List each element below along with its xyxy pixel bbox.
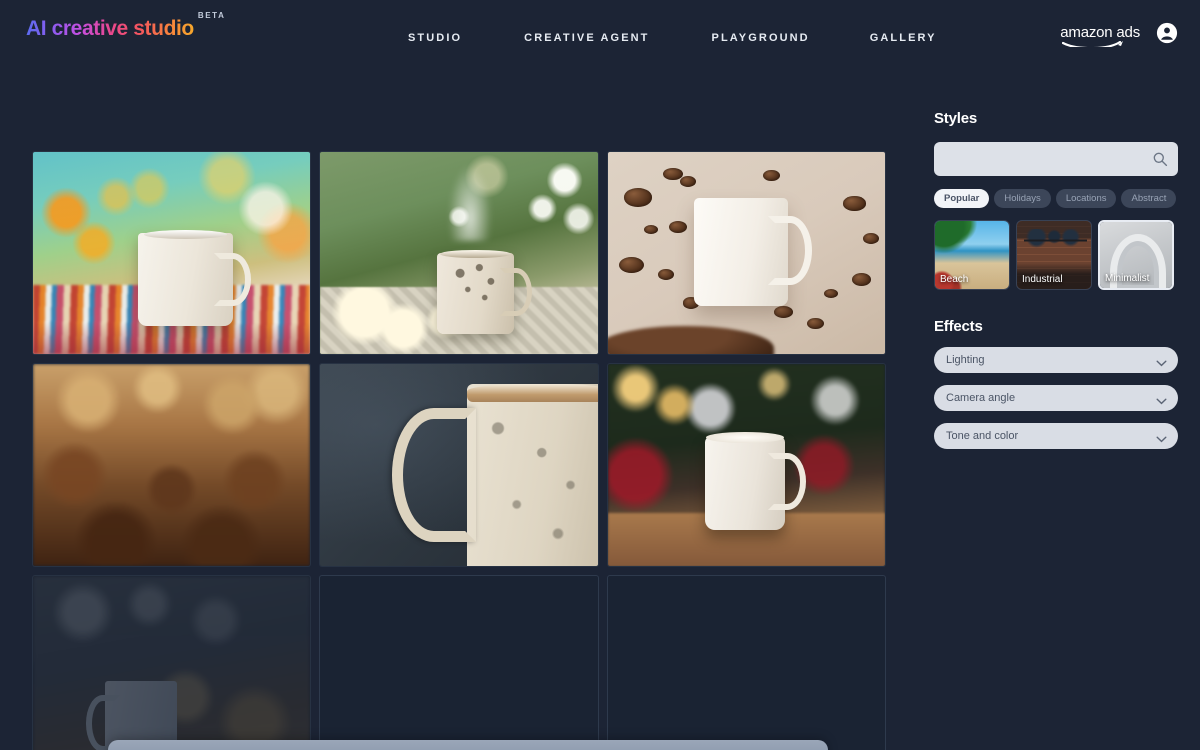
generated-image (607, 152, 885, 354)
chevron-down-icon (1156, 393, 1167, 411)
chevron-down-icon (1156, 431, 1167, 449)
chip-abstract[interactable]: Abstract (1121, 189, 1177, 208)
styles-search-input[interactable] (934, 142, 1178, 176)
chevron-down-icon (1156, 355, 1167, 373)
style-card-label: Beach (940, 274, 969, 285)
gallery-tile-empty[interactable] (319, 575, 599, 750)
gallery-tile[interactable] (32, 363, 312, 567)
style-card-label: Industrial (1022, 274, 1063, 285)
gallery-tile-empty[interactable] (606, 575, 886, 750)
style-filter-chips: Popular Holidays Locations Abstract (934, 189, 1178, 208)
styles-section-title: Styles (934, 110, 977, 127)
account-circle-icon[interactable] (1156, 22, 1178, 49)
style-card-industrial[interactable]: Industrial (1016, 220, 1092, 290)
gallery-tile[interactable] (32, 151, 312, 355)
style-card-beach[interactable]: Beach (934, 220, 1010, 290)
generated-image (33, 576, 311, 750)
gallery-tile[interactable] (606, 151, 886, 355)
nav-item-playground[interactable]: PLAYGROUND (712, 29, 810, 47)
prompt-input-bar[interactable] (108, 740, 828, 750)
brand-name: AI creative studio (26, 17, 194, 40)
nav-item-studio[interactable]: STUDIO (408, 29, 462, 47)
effect-select-camera-angle[interactable]: Camera angle (934, 385, 1178, 411)
effect-select-label: Tone and color (946, 430, 1019, 442)
controls-sidebar: Styles Popular Holidays Locations Abstra… (934, 110, 1178, 449)
nav-item-creative-agent[interactable]: CREATIVE AGENT (524, 29, 649, 47)
effect-select-lighting[interactable]: Lighting (934, 347, 1178, 373)
amazon-smile-icon (1062, 38, 1124, 47)
generated-image (33, 152, 311, 354)
effect-select-tone-and-color[interactable]: Tone and color (934, 423, 1178, 449)
effect-select-label: Lighting (946, 354, 985, 366)
generated-image (33, 364, 311, 566)
gallery-tile[interactable] (319, 363, 599, 567)
chip-popular[interactable]: Popular (934, 189, 990, 208)
gallery-tile[interactable] (319, 151, 599, 355)
style-card-minimalist[interactable]: Minimalist (1098, 220, 1174, 290)
app-logo[interactable]: AI creative studio BETA (26, 11, 225, 40)
styles-search (934, 142, 1178, 176)
ai-creative-studio-app: AI creative studio BETA STUDIO CREATIVE … (0, 0, 1200, 750)
top-navigation-bar: AI creative studio BETA STUDIO CREATIVE … (0, 0, 1200, 68)
gallery-tile-loading[interactable] (32, 575, 312, 750)
gallery-tile[interactable] (606, 363, 886, 567)
nav-item-gallery[interactable]: GALLERY (870, 29, 937, 47)
beta-badge: BETA (197, 11, 226, 20)
generated-image (607, 364, 885, 566)
chip-locations[interactable]: Locations (1055, 189, 1117, 208)
main-nav: STUDIO CREATIVE AGENT PLAYGROUND GALLERY (408, 29, 937, 47)
generated-image-grid (32, 151, 886, 750)
amazon-ads-logo: amazon ads (1060, 25, 1140, 47)
header-right-cluster: amazon ads (1060, 22, 1178, 49)
style-card-label: Minimalist (1105, 273, 1150, 284)
effects-section-title: Effects (934, 318, 983, 335)
generated-image (320, 152, 598, 354)
chip-holidays[interactable]: Holidays (994, 189, 1051, 208)
effect-select-label: Camera angle (946, 392, 1016, 404)
style-cards: Beach Industrial Minimalist (934, 220, 1178, 290)
generated-image (320, 364, 598, 566)
